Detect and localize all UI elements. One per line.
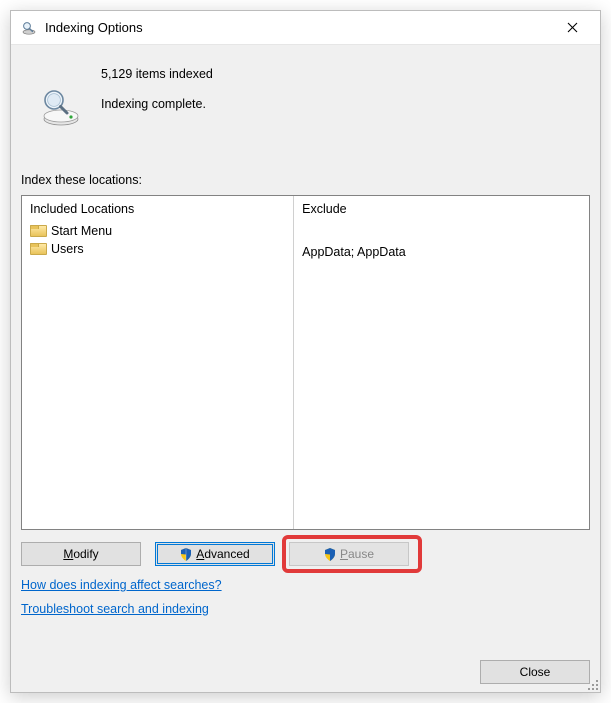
dialog-body: 5,129 items indexed Indexing complete. I… xyxy=(11,45,600,692)
footer: Close xyxy=(21,652,590,684)
indexing-state-label: Indexing complete. xyxy=(101,97,213,111)
items-indexed-label: 5,129 items indexed xyxy=(101,67,213,81)
folder-icon xyxy=(30,225,45,237)
status-text: 5,129 items indexed Indexing complete. xyxy=(101,65,213,111)
magnifier-drive-icon xyxy=(21,65,101,127)
indexing-options-dialog: Indexing Options 5,129 items ind xyxy=(10,10,601,693)
help-links: How does indexing affect searches? Troub… xyxy=(21,578,590,616)
advanced-button[interactable]: Advanced xyxy=(155,542,275,566)
included-column: Included Locations Start Menu Users xyxy=(22,196,294,529)
folder-icon xyxy=(30,243,45,255)
list-item[interactable]: Start Menu xyxy=(30,224,285,238)
status-area: 5,129 items indexed Indexing complete. xyxy=(21,55,590,127)
resize-gripper[interactable] xyxy=(586,678,598,690)
included-header: Included Locations xyxy=(30,202,285,216)
window-title: Indexing Options xyxy=(45,20,552,35)
exclude-cell: AppData; AppData xyxy=(302,245,581,259)
exclude-header: Exclude xyxy=(302,202,581,216)
index-locations-label: Index these locations: xyxy=(21,173,590,187)
titlebar: Indexing Options xyxy=(11,11,600,45)
locations-list[interactable]: Included Locations Start Menu Users Excl… xyxy=(21,195,590,530)
modify-button[interactable]: Modify xyxy=(21,542,141,566)
shield-icon xyxy=(324,548,336,561)
troubleshoot-link[interactable]: Troubleshoot search and indexing xyxy=(21,602,209,616)
button-row: Modify Advanced xyxy=(21,542,590,566)
shield-icon xyxy=(180,548,192,561)
close-button[interactable]: Close xyxy=(480,660,590,684)
exclude-column: Exclude AppData; AppData xyxy=(294,196,589,529)
indexing-icon xyxy=(21,20,37,36)
close-icon[interactable] xyxy=(552,15,592,41)
location-name: Users xyxy=(51,242,84,256)
how-indexing-link[interactable]: How does indexing affect searches? xyxy=(21,578,222,592)
location-name: Start Menu xyxy=(51,224,112,238)
pause-button: Pause xyxy=(289,542,409,566)
exclude-cell xyxy=(302,224,581,241)
list-item[interactable]: Users xyxy=(30,242,285,256)
